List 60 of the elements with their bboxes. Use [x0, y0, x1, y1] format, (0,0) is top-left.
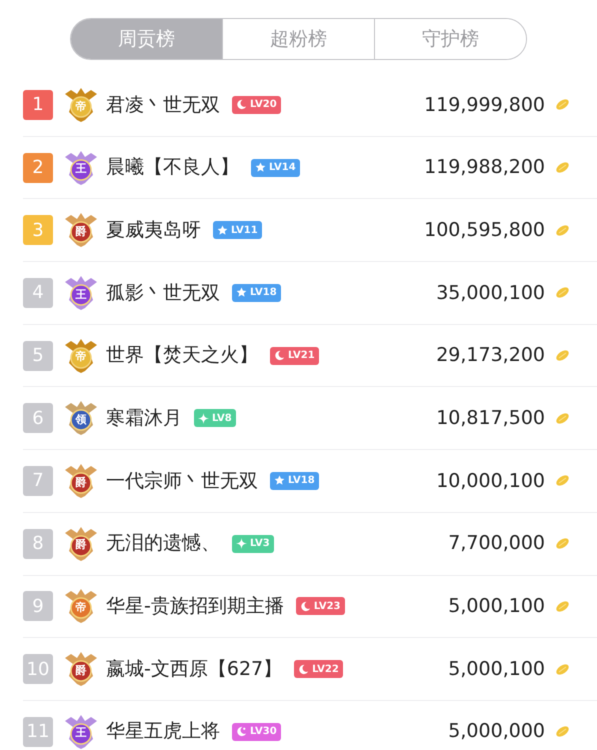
- contribution-value: 5,000,000: [448, 719, 545, 744]
- moon-icon: [274, 350, 285, 362]
- moon-icon: [236, 99, 247, 110]
- moon-icon: [236, 726, 247, 738]
- level-text: LV21: [288, 349, 315, 364]
- level-text: LV8: [212, 412, 232, 426]
- star-icon: [255, 162, 266, 174]
- level-text: LV22: [312, 662, 339, 677]
- level-text: LV14: [269, 161, 296, 176]
- contribution-value: 100,595,800: [424, 218, 545, 243]
- contribution-value: 7,700,000: [448, 531, 545, 556]
- user-name: 晨曦【不良人】: [106, 155, 239, 180]
- coin-icon: [555, 349, 570, 362]
- coin-icon: [555, 98, 570, 112]
- coin-icon: [555, 224, 570, 237]
- level-text: LV3: [250, 537, 270, 552]
- contribution-value: 119,988,200: [424, 155, 545, 180]
- user-name: 寒霜沐月: [106, 406, 182, 432]
- contribution-value: 10,000,100: [436, 468, 545, 494]
- coin-icon: [555, 474, 570, 488]
- coin-icon: [555, 600, 570, 613]
- coin-icon: [555, 725, 570, 738]
- coin-icon: [555, 537, 570, 550]
- star-icon: [274, 475, 285, 486]
- coin-icon: [555, 412, 570, 425]
- user-name: 华星五虎上将: [106, 719, 220, 744]
- contribution-value: 5,000,100: [448, 656, 545, 682]
- rank-number: 3: [23, 215, 53, 246]
- level-text: LV18: [288, 474, 315, 488]
- coin-icon: [555, 161, 570, 174]
- user-name: 君凌丶世无双: [106, 92, 220, 118]
- coin-icon: [555, 662, 570, 676]
- moon-icon: [298, 664, 310, 675]
- sparkle-icon: [198, 412, 209, 424]
- level-text: LV23: [314, 600, 341, 614]
- level-text: LV30: [250, 725, 277, 740]
- star-icon: [236, 287, 247, 298]
- user-name: 一代宗师丶世无双: [106, 468, 258, 494]
- tab[interactable]: 守护榜: [374, 19, 526, 59]
- user-name: 夏威夷岛呀: [106, 218, 201, 243]
- user-name: 华星-贵族招到期主播: [106, 594, 284, 620]
- tab[interactable]: 周贡榜: [71, 19, 222, 59]
- contribution-value: 29,173,200: [436, 343, 545, 368]
- user-name: 孤影丶世无双: [106, 280, 220, 306]
- level-text: LV11: [231, 224, 258, 238]
- sparkle-icon: [236, 538, 247, 550]
- star-icon: [217, 224, 228, 236]
- rank-number: 1: [23, 90, 53, 120]
- rank-number: 2: [23, 152, 53, 183]
- contribution-value: 5,000,100: [448, 594, 545, 620]
- contribution-value: 35,000,100: [436, 280, 545, 306]
- contribution-value: 10,817,500: [436, 406, 545, 432]
- moon-icon: [300, 600, 311, 612]
- user-name: 世界【焚天之火】: [106, 343, 258, 368]
- level-text: LV18: [250, 286, 277, 300]
- contribution-value: 119,999,800: [424, 92, 545, 118]
- coin-icon: [555, 286, 570, 300]
- user-name: 无泪的遗憾、: [106, 531, 220, 556]
- user-name: 嬴城-文西原【627】: [106, 656, 282, 682]
- level-text: LV20: [250, 98, 277, 112]
